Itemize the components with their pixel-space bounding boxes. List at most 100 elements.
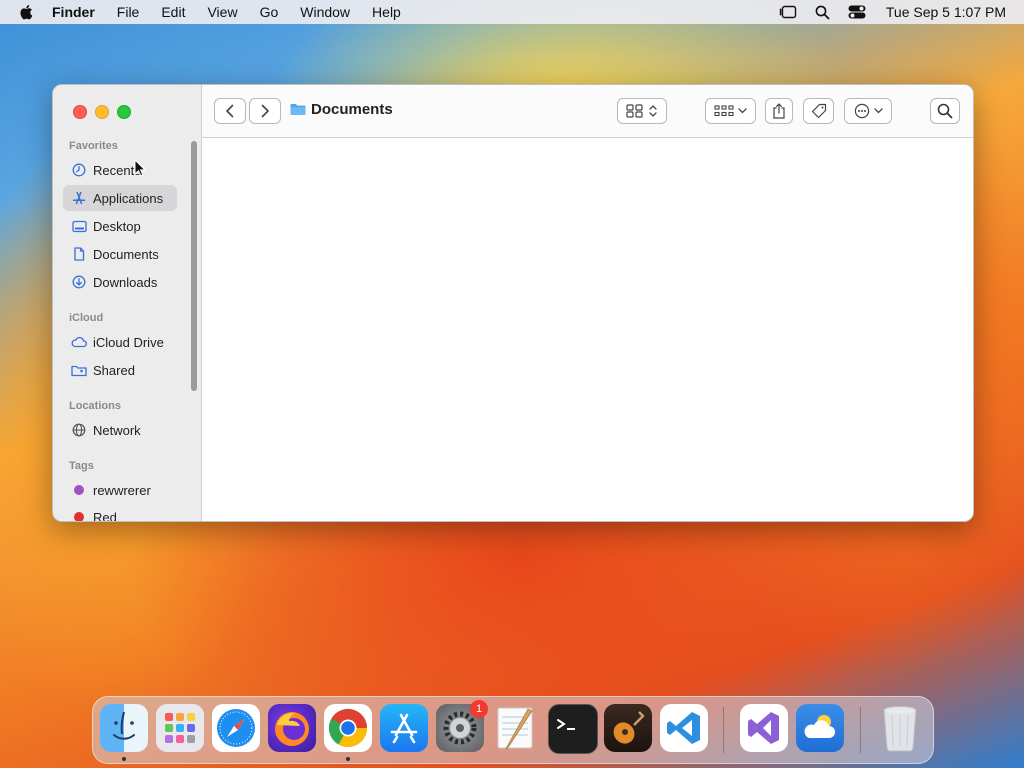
sidebar-item-label: Network — [93, 422, 141, 438]
firefox-icon — [275, 712, 309, 746]
sidebar-item-icloud-drive[interactable]: iCloud Drive — [63, 329, 177, 355]
menu-help[interactable]: Help — [372, 4, 401, 20]
tag-dot-purple-icon — [71, 482, 87, 498]
sidebar: Favorites Recents Applications Desktop D… — [53, 85, 202, 521]
sidebar-section-locations: Locations — [69, 400, 121, 412]
sidebar-section-favorites: Favorites — [69, 140, 118, 152]
spotlight-search-icon[interactable] — [815, 5, 830, 20]
chevron-down-icon — [738, 108, 747, 114]
view-mode-button[interactable] — [617, 98, 667, 124]
sidebar-item-label: Documents — [93, 246, 159, 262]
dock-finder[interactable] — [100, 704, 148, 752]
dock-trash[interactable] — [876, 704, 924, 752]
trash-icon — [883, 706, 917, 752]
chevron-down-icon — [873, 108, 883, 114]
search-icon — [937, 103, 953, 119]
dock-safari[interactable] — [212, 704, 260, 752]
zoom-button[interactable] — [117, 105, 131, 119]
sidebar-item-label: iCloud Drive — [93, 334, 164, 350]
finder-face-icon — [113, 711, 135, 740]
folder-icon — [290, 103, 306, 116]
share-icon — [773, 103, 785, 119]
back-button[interactable] — [214, 98, 246, 124]
shared-folder-icon — [71, 362, 87, 378]
stage-manager-icon[interactable] — [779, 5, 797, 19]
menu-go[interactable]: Go — [260, 4, 279, 20]
sidebar-item-label: Red — [93, 509, 117, 522]
content-area: Documents — [202, 85, 973, 521]
grid-view-icon — [626, 104, 643, 118]
sidebar-item-shared[interactable]: Shared — [63, 357, 177, 383]
sidebar-item-desktop[interactable]: Desktop — [63, 213, 177, 239]
minimize-button[interactable] — [95, 105, 109, 119]
chevron-updown-icon — [649, 105, 657, 117]
chevron-right-icon — [261, 104, 269, 118]
sidebar-item-label: Downloads — [93, 274, 158, 290]
menu-view[interactable]: View — [207, 4, 237, 20]
cloud-icon — [71, 334, 87, 350]
sidebar-item-documents[interactable]: Documents — [63, 241, 177, 267]
sidebar-item-applications[interactable]: Applications — [63, 185, 177, 211]
visual-studio-icon — [748, 712, 779, 744]
menu-window[interactable]: Window — [300, 4, 350, 20]
sidebar-item-label: rewwrerer — [93, 482, 151, 498]
dock-vscode[interactable] — [660, 704, 708, 752]
apple-icon[interactable] — [18, 3, 36, 21]
tags-button[interactable] — [803, 98, 834, 124]
ellipsis-circle-icon — [854, 103, 869, 119]
close-button[interactable] — [73, 105, 87, 119]
toolbar: Documents — [202, 85, 973, 138]
dock-garageband[interactable] — [604, 704, 652, 752]
document-icon — [71, 246, 87, 262]
share-button[interactable] — [765, 98, 793, 124]
dock-chrome[interactable] — [324, 704, 372, 752]
menu-clock[interactable]: Tue Sep 5 1:07 PM — [886, 4, 1006, 20]
control-center-icon[interactable] — [848, 5, 866, 19]
window-title-text: Documents — [311, 101, 393, 118]
sidebar-item-downloads[interactable]: Downloads — [63, 269, 177, 295]
chevron-left-icon — [226, 104, 234, 118]
sidebar-section-icloud: iCloud — [69, 312, 104, 324]
sidebar-item-recents[interactable]: Recents — [63, 157, 177, 183]
group-button[interactable] — [705, 98, 756, 124]
weather-cloud-sun-icon — [804, 715, 835, 738]
file-list-area[interactable] — [202, 138, 973, 521]
dock-firefox[interactable] — [268, 704, 316, 752]
window-controls — [73, 105, 139, 119]
globe-icon — [71, 422, 87, 438]
dock-launchpad[interactable] — [156, 704, 204, 752]
dock-app-store[interactable] — [380, 704, 428, 752]
action-menu-button[interactable] — [844, 98, 892, 124]
dock-terminal[interactable] — [548, 704, 598, 754]
menu-file[interactable]: File — [117, 4, 140, 20]
tag-dot-red-icon — [71, 509, 87, 521]
safari-compass-icon — [217, 709, 255, 747]
dock-separator — [723, 707, 724, 753]
window-title: Documents — [290, 101, 393, 118]
menu-app-name[interactable]: Finder — [52, 4, 95, 20]
finder-window: Favorites Recents Applications Desktop D… — [52, 84, 974, 522]
downloads-icon — [71, 274, 87, 290]
desktop-icon — [71, 218, 87, 234]
clock-icon — [71, 162, 87, 178]
dock-running-indicator — [122, 757, 126, 761]
chrome-icon — [328, 708, 368, 748]
dock-textedit[interactable] — [492, 704, 540, 752]
sidebar-scrollbar[interactable] — [191, 141, 197, 391]
search-button[interactable] — [930, 98, 960, 124]
sidebar-item-tag-rewwrerer[interactable]: rewwrerer — [63, 477, 177, 503]
forward-button[interactable] — [249, 98, 281, 124]
sidebar-item-network[interactable]: Network — [63, 417, 177, 443]
sidebar-item-label: Applications — [93, 190, 164, 206]
menu-edit[interactable]: Edit — [161, 4, 185, 20]
sidebar-item-tag-red[interactable]: Red — [63, 504, 177, 522]
terminal-prompt-icon — [557, 719, 575, 730]
textedit-icon — [497, 707, 533, 750]
notification-badge: 1 — [470, 700, 488, 718]
dock-separator — [860, 707, 861, 753]
dock-weather[interactable] — [796, 704, 844, 752]
dock-visual-studio[interactable] — [740, 704, 788, 752]
dock: 1 — [92, 696, 934, 764]
dock-system-settings[interactable]: 1 — [436, 700, 488, 752]
vscode-icon — [667, 712, 700, 744]
